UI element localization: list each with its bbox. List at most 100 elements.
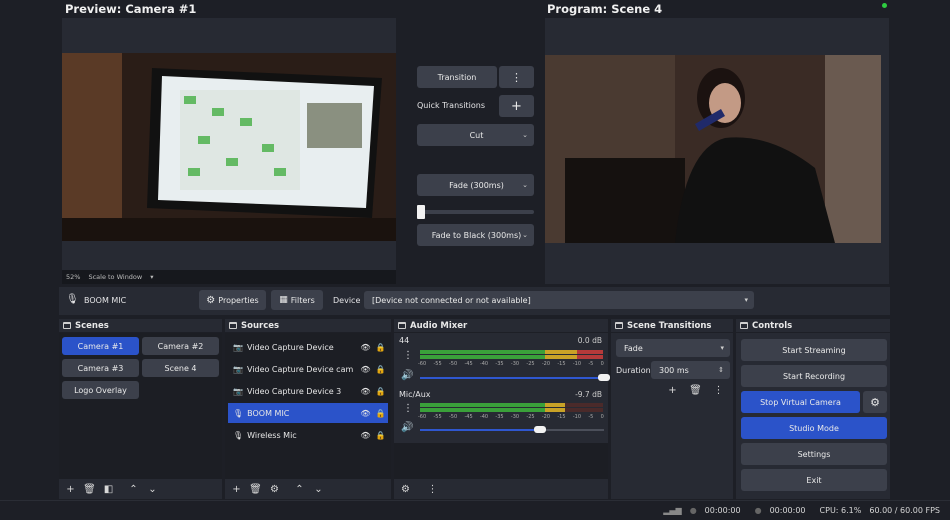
lock-icon[interactable]: 🔒 [373, 409, 388, 418]
advanced-audio-properties-button[interactable]: ⚙ [398, 482, 413, 496]
volume-slider[interactable] [420, 377, 604, 379]
channel-menu-icon[interactable]: ⋮ [403, 403, 413, 414]
scene-camera-3[interactable]: Camera #3 [62, 359, 139, 377]
camera-icon: 📷 [233, 364, 243, 374]
scale-dropdown-icon[interactable]: ▾ [150, 273, 153, 281]
add-transition-button[interactable]: + [665, 383, 680, 397]
transition-menu-button[interactable]: ⋮ [499, 66, 534, 88]
studio-mode-button[interactable]: Studio Mode [741, 417, 887, 439]
meter-tick-label: -60 [418, 414, 427, 420]
move-scene-down-button[interactable]: ⌄ [145, 482, 160, 496]
duration-spinbox[interactable]: 300 ms ⇕ [651, 361, 730, 379]
device-select[interactable]: [Device not connected or not available] ▾ [364, 291, 754, 309]
channel-menu-icon[interactable]: ⋮ [403, 350, 413, 361]
meter-tick-label: -25 [526, 414, 535, 420]
trash-icon: 🗑 [83, 483, 96, 495]
volume-slider-handle[interactable] [598, 374, 610, 381]
source-item[interactable]: 📷 Video Capture Device 3 👁 🔒 [228, 381, 388, 401]
filters-button[interactable]: ▦ Filters [271, 290, 323, 310]
meter-tick-label: -5 [588, 414, 594, 420]
eye-icon[interactable]: 👁 [358, 343, 373, 352]
eye-icon[interactable]: 👁 [358, 431, 373, 440]
mixer-menu-button[interactable]: ⋮ [425, 482, 440, 496]
mic-icon: 🎙 [233, 430, 244, 440]
start-recording-button[interactable]: Start Recording [741, 365, 887, 387]
meter-tick-label: -10 [572, 414, 582, 420]
mic-icon: 🎙 [66, 294, 79, 305]
move-source-up-button[interactable]: ⌃ [292, 482, 307, 496]
start-streaming-button[interactable]: Start Streaming [741, 339, 887, 361]
volume-slider[interactable] [420, 429, 540, 431]
add-source-button[interactable]: + [229, 482, 244, 496]
eye-icon[interactable]: 👁 [358, 387, 373, 396]
eye-icon[interactable]: 👁 [358, 365, 373, 374]
source-item[interactable]: 🎙 Wireless Mic 👁 🔒 [228, 425, 388, 445]
virtual-camera-settings-button[interactable]: ⚙ [863, 391, 887, 413]
scene-camera-1[interactable]: Camera #1 [62, 337, 139, 355]
move-source-down-button[interactable]: ⌄ [311, 482, 326, 496]
fps-readout: 60.00 / 60.00 FPS [869, 506, 940, 515]
device-label: Device [333, 296, 361, 305]
transition-button[interactable]: Transition [417, 66, 497, 88]
eye-icon[interactable]: 👁 [358, 409, 373, 418]
dock-icon [398, 322, 406, 329]
scene-transitions-title: Scene Transitions [627, 320, 712, 331]
transition-properties-button[interactable]: ⋮ [711, 383, 726, 397]
chevron-down-icon: ▾ [720, 344, 724, 352]
level-meter [545, 403, 565, 407]
quick-transition-cut[interactable]: Cut ⌄ [417, 124, 534, 146]
record-status-dot-icon: ● [754, 506, 762, 515]
meter-tick-label: -30 [510, 361, 520, 367]
scene-camera-2[interactable]: Camera #2 [142, 337, 219, 355]
plus-icon: + [66, 483, 75, 495]
gear-icon: ⚙ [870, 395, 880, 409]
source-properties-button[interactable]: ⚙ [267, 482, 282, 496]
speaker-icon[interactable]: 🔊 [401, 370, 413, 381]
source-item[interactable]: 📷 Video Capture Device 👁 🔒 [228, 337, 388, 357]
scenes-title: Scenes [75, 320, 109, 331]
meter-tick-label: -45 [464, 361, 473, 367]
selected-source-name: BOOM MIC [84, 296, 127, 305]
remove-scene-button[interactable]: 🗑 [82, 482, 97, 496]
meter-ticks: -60 -55 -50 -45 -40 -35 -30 -25 -20 -15 -10 -5 0 [418, 361, 604, 367]
transition-select[interactable]: Fade ▾ [616, 339, 730, 357]
quick-transition-fade-to-black[interactable]: Fade to Black (300ms) ⌄ [417, 224, 534, 246]
level-meter [545, 408, 565, 412]
plus-icon: + [232, 483, 241, 495]
preview-canvas[interactable] [62, 18, 396, 270]
level-meter [545, 350, 577, 354]
scene-logo-overlay[interactable]: Logo Overlay [62, 381, 139, 399]
exit-button[interactable]: Exit [741, 469, 887, 491]
lock-icon[interactable]: 🔒 [373, 365, 388, 374]
stop-virtual-camera-button[interactable]: Stop Virtual Camera [741, 391, 860, 413]
properties-button[interactable]: ⚙ Properties [199, 290, 266, 310]
remove-source-button[interactable]: 🗑 [248, 482, 263, 496]
scene-filters-button[interactable]: ◧ [101, 482, 116, 496]
scale-mode[interactable]: Scale to Window [88, 273, 142, 281]
audio-mixer-dock: Audio Mixer 44 0.0 dB ⋮ -60 -55 -50 -45 -40-… [394, 319, 610, 499]
source-item[interactable]: 📷 Video Capture Device cam 👁 🔒 [228, 359, 388, 379]
program-video-frame [545, 18, 889, 284]
add-scene-button[interactable]: + [63, 482, 78, 496]
tbar-track[interactable] [417, 210, 534, 214]
lock-icon[interactable]: 🔒 [373, 387, 388, 396]
spin-arrows-icon[interactable]: ⇕ [718, 366, 724, 374]
volume-slider-rest [540, 429, 604, 431]
volume-slider-handle[interactable] [534, 426, 546, 433]
level-meter [577, 350, 603, 354]
meter-ticks: -60 -55 -50 -45 -40 -35 -30 -25 -20 -15 -10 -5 0 [418, 414, 604, 420]
move-scene-up-button[interactable]: ⌃ [126, 482, 141, 496]
meter-tick-label: -35 [495, 361, 504, 367]
speaker-icon[interactable]: 🔊 [401, 422, 413, 433]
quick-transition-fade[interactable]: Fade (300ms) ⌄ [417, 174, 534, 196]
source-item-selected[interactable]: 🎙 BOOM MIC 👁 🔒 [228, 403, 388, 423]
lock-icon[interactable]: 🔒 [373, 431, 388, 440]
add-quick-transition-button[interactable]: + [499, 95, 534, 117]
scene-4[interactable]: Scene 4 [142, 359, 219, 377]
lock-icon[interactable]: 🔒 [373, 343, 388, 352]
settings-button[interactable]: Settings [741, 443, 887, 465]
meter-tick-label: -30 [510, 414, 520, 420]
remove-transition-button[interactable]: 🗑 [688, 383, 703, 397]
tbar-handle[interactable] [417, 205, 425, 219]
mixer-empty-area [394, 443, 608, 479]
